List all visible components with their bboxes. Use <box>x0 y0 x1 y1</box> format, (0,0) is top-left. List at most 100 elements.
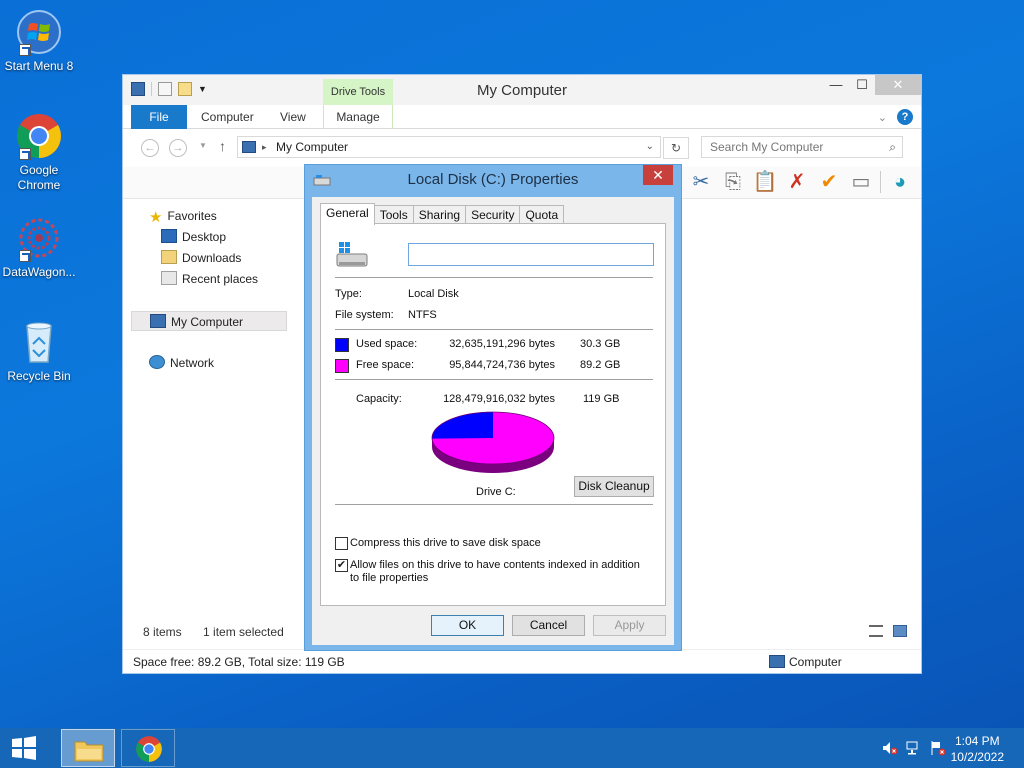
pie-slice-used <box>432 412 493 439</box>
close-button[interactable]: ✕ <box>875 75 921 95</box>
computer-icon <box>242 141 256 153</box>
star-icon: ★ <box>149 209 163 226</box>
maximize-button[interactable]: ☐ <box>849 75 875 95</box>
dialog-tabs: General Tools Sharing Security Quota <box>320 203 565 225</box>
file-system-value: NTFS <box>408 309 437 321</box>
free-space-bytes: 95,844,724,736 bytes <box>449 359 555 371</box>
copy-icon[interactable]: ⎘ <box>720 169 746 195</box>
index-label: Allow files on this drive to have conten… <box>350 559 640 584</box>
recent-locations-icon[interactable]: ▼ <box>199 141 207 150</box>
ok-button[interactable]: OK <box>431 615 504 636</box>
address-row: ← → ▼ ↑ ▸ My Computer ⌄ ↻ Search My Comp… <box>123 131 921 165</box>
shell-icon[interactable]: ◕ <box>887 169 913 195</box>
network-icon <box>149 355 165 369</box>
tab-general[interactable]: General <box>320 203 375 225</box>
desktop-icon-label: Start Menu 8 <box>4 59 74 73</box>
explorer-titlebar[interactable]: ▼ My Computer — ☐ ✕ <box>123 75 921 105</box>
sidebar-item-my-computer[interactable]: My Computer <box>131 311 287 331</box>
apply-button[interactable]: Apply <box>593 615 666 636</box>
tab-security[interactable]: Security <box>465 205 521 225</box>
minimize-button[interactable]: — <box>823 75 849 95</box>
volume-muted-icon[interactable] <box>882 740 898 756</box>
large-icons-view-icon[interactable] <box>893 625 907 637</box>
capacity-gb: 119 GB <box>583 393 620 405</box>
back-button[interactable]: ← <box>141 139 159 157</box>
window-title: My Computer <box>476 82 568 99</box>
action-center-icon[interactable] <box>930 740 946 756</box>
index-checkbox[interactable]: ✔ <box>335 559 348 572</box>
tab-quota[interactable]: Quota <box>519 205 565 225</box>
tab-tools[interactable]: Tools <box>373 205 414 225</box>
status-bar: Space free: 89.2 GB, Total size: 119 GB … <box>123 649 921 673</box>
dialog-body: General Tools Sharing Security Quota Typ… <box>312 197 674 645</box>
sidebar-item-desktop[interactable]: Desktop <box>161 227 226 247</box>
network-icon[interactable] <box>906 740 922 756</box>
taskbar-clock[interactable]: 1:04 PM 10/2/2022 <box>951 733 1004 765</box>
taskbar: 1:04 PM 10/2/2022 <box>0 728 1024 768</box>
used-space-gb: 30.3 GB <box>580 338 621 350</box>
expand-ribbon-icon[interactable]: ⌄ <box>878 111 887 124</box>
refresh-button[interactable]: ↻ <box>663 137 689 159</box>
desktop-icon-recycle-bin[interactable]: Recycle Bin <box>0 318 79 384</box>
used-space-label: Used space: <box>356 338 418 350</box>
tab-file[interactable]: File <box>131 105 187 129</box>
clock-time: 1:04 PM <box>954 734 1000 748</box>
capacity-bytes: 128,479,916,032 bytes <box>443 393 555 405</box>
taskbar-chrome[interactable] <box>121 729 175 767</box>
clock-date: 10/2/2022 <box>950 750 1004 764</box>
breadcrumb-separator-icon: ▸ <box>262 142 267 152</box>
type-value: Local Disk <box>408 288 459 300</box>
dialog-close-button[interactable]: ✕ <box>643 165 673 185</box>
general-panel: Type: Local Disk File system: NTFS Used … <box>320 223 666 606</box>
windows-start-icon[interactable] <box>10 736 38 760</box>
details-view-icon[interactable] <box>869 625 883 637</box>
delete-icon[interactable]: ✗ <box>784 169 810 195</box>
help-icon[interactable]: ? <box>897 109 913 125</box>
sidebar-item-favorites[interactable]: ★ Favorites <box>149 206 217 226</box>
start-menu-8-icon <box>15 8 63 56</box>
tab-manage[interactable]: Manage <box>323 105 393 129</box>
recent-places-icon <box>161 271 177 285</box>
chrome-icon <box>135 735 163 766</box>
rename-icon[interactable]: ▭ <box>848 169 874 195</box>
drive-letter-label: Drive C: <box>476 486 516 498</box>
check-icon[interactable]: ✔ <box>816 169 842 195</box>
items-summary: 8 items 1 item selected <box>143 625 284 639</box>
sidebar-item-downloads[interactable]: Downloads <box>161 248 241 268</box>
address-dropdown-icon[interactable]: ⌄ <box>646 137 654 157</box>
free-space-gb: 89.2 GB <box>580 359 621 371</box>
capacity-label: Capacity: <box>356 393 402 405</box>
disk-cleanup-button[interactable]: Disk Cleanup <box>574 476 654 497</box>
paste-icon[interactable]: 📋 <box>752 169 778 195</box>
chrome-icon <box>15 112 63 160</box>
recycle-bin-icon <box>15 318 63 366</box>
taskbar-file-explorer[interactable] <box>61 729 115 767</box>
status-space-free: Space free: 89.2 GB, Total size: 119 GB <box>133 655 345 669</box>
computer-icon <box>150 314 166 328</box>
tab-view[interactable]: View <box>268 105 318 129</box>
desktop-icon-datawagon[interactable]: DataWagon... <box>0 214 79 280</box>
desktop-icon-google-chrome[interactable]: Google Chrome <box>0 112 79 193</box>
dialog-title: Local Disk (C:) Properties <box>407 171 579 188</box>
computer-icon <box>769 655 785 668</box>
status-location: Computer <box>789 655 842 669</box>
address-bar[interactable]: ▸ My Computer ⌄ <box>237 136 661 158</box>
used-space-bytes: 32,635,191,296 bytes <box>449 338 555 350</box>
disk-usage-pie-chart <box>431 411 555 473</box>
sidebar-item-network[interactable]: Network <box>149 353 214 373</box>
desktop-icon-start-menu-8[interactable]: Start Menu 8 <box>0 8 79 74</box>
search-input[interactable]: Search My Computer ⌕ <box>701 136 903 158</box>
desktop-icon-label: DataWagon... <box>2 265 76 279</box>
cancel-button[interactable]: Cancel <box>512 615 585 636</box>
cut-icon[interactable]: ✂ <box>688 169 714 195</box>
tab-computer[interactable]: Computer <box>189 105 266 129</box>
used-space-swatch <box>335 338 349 352</box>
forward-button[interactable]: → <box>169 139 187 157</box>
drive-label-input[interactable] <box>408 243 654 266</box>
compress-checkbox[interactable] <box>335 537 348 550</box>
type-label: Type: <box>335 288 362 300</box>
sidebar-item-recent-places[interactable]: Recent places <box>161 269 258 289</box>
up-button[interactable]: ↑ <box>219 138 226 154</box>
hard-drive-icon <box>335 240 369 270</box>
tab-sharing[interactable]: Sharing <box>412 205 467 225</box>
